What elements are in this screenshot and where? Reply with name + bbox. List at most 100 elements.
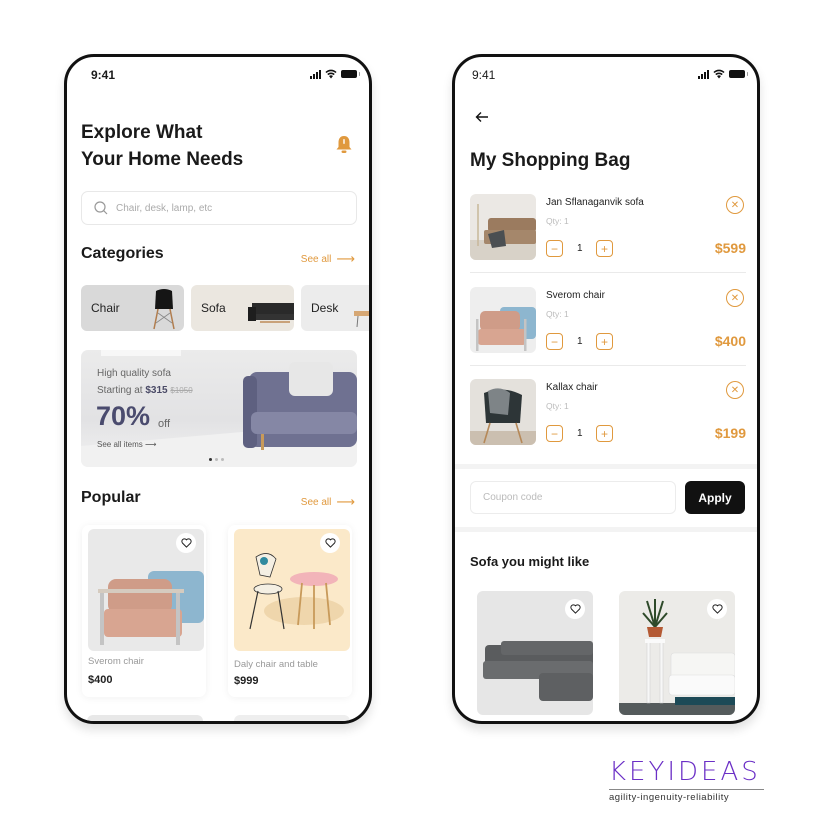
remove-item-button[interactable]: ✕: [726, 381, 744, 399]
explore-screen: 9:41 Explore What Your Home Needs Catego…: [64, 54, 372, 724]
plus-icon: +: [600, 426, 608, 441]
back-arrow-icon[interactable]: [475, 111, 489, 123]
chair-image: [153, 289, 175, 330]
product-name: Daly chair and table: [234, 659, 318, 670]
close-icon: ✕: [730, 199, 740, 211]
product-card-partial[interactable]: [234, 715, 350, 721]
signal-icon: [698, 69, 709, 79]
favorite-button[interactable]: [565, 599, 585, 619]
status-bar: 9:41: [67, 67, 369, 85]
divider: [470, 365, 746, 366]
suggested-product-card[interactable]: [477, 591, 593, 715]
carousel-dot[interactable]: [221, 458, 224, 461]
category-chair[interactable]: Chair: [81, 285, 184, 331]
favorite-button[interactable]: [707, 599, 727, 619]
product-card[interactable]: Sverom chair $400: [82, 525, 206, 697]
brand-logo: KEYIDEAS agility-ingenuity-reliability: [609, 757, 764, 803]
cart-item: Sverom chair Qty: 1 − 1 + $400 ✕: [470, 287, 746, 380]
desk-image: [354, 311, 369, 328]
battery-icon: [341, 70, 360, 78]
status-time: 9:41: [472, 68, 496, 82]
cart-item-qty-label: Qty: 1: [546, 216, 569, 226]
decrease-quantity-button[interactable]: −: [546, 425, 563, 442]
bell-icon[interactable]: [335, 135, 353, 155]
page-title: Explore What Your Home Needs: [81, 119, 301, 173]
remove-item-button[interactable]: ✕: [726, 289, 744, 307]
category-label: Sofa: [201, 301, 226, 315]
carousel-dots[interactable]: [209, 458, 224, 461]
remove-item-button[interactable]: ✕: [726, 196, 744, 214]
product-price: $999: [234, 675, 259, 687]
plus-icon: +: [600, 241, 608, 256]
section-divider: [455, 464, 757, 469]
category-sofa[interactable]: Sofa: [191, 285, 294, 331]
wifi-icon: [713, 69, 725, 79]
category-desk[interactable]: Desk: [301, 285, 369, 331]
cart-item-price: $400: [714, 333, 746, 349]
wifi-icon: [325, 69, 337, 79]
product-thumbnail: [470, 287, 536, 353]
category-list: Chair Sofa Desk: [81, 285, 369, 331]
search-icon: [94, 201, 108, 215]
heart-icon: [324, 538, 336, 548]
minus-icon: −: [550, 334, 558, 349]
signal-icon: [310, 69, 321, 79]
section-divider: [455, 527, 757, 532]
product-card-partial[interactable]: [87, 715, 203, 721]
category-label: Chair: [91, 301, 120, 315]
arrow-right-icon: ⟶: [145, 440, 157, 449]
increase-quantity-button[interactable]: +: [596, 240, 613, 257]
decrease-quantity-button[interactable]: −: [546, 333, 563, 350]
heart-icon: [711, 604, 723, 614]
search-input[interactable]: [116, 202, 316, 214]
quantity-value: 1: [577, 428, 583, 439]
black-chair-image: [470, 388, 536, 445]
search-field[interactable]: [81, 191, 357, 225]
discount-percent: 70%: [96, 401, 151, 431]
arrow-right-icon: ⟶: [336, 251, 355, 266]
title-line-1: Explore What: [81, 122, 203, 143]
see-all-items-label: See all items: [97, 440, 143, 449]
shopping-bag-screen: 9:41 My Shopping Bag Jan Sflanaganvik so…: [452, 54, 760, 724]
banner-old-price: $1050: [170, 386, 193, 395]
see-all-label: See all: [300, 253, 332, 265]
banner-price-line: Starting at $315 $1050: [97, 385, 193, 396]
brand-tagline: agility-ingenuity-reliability: [609, 792, 730, 803]
popular-see-all-link[interactable]: See all ⟶: [301, 494, 355, 510]
apply-coupon-button[interactable]: Apply: [685, 481, 745, 514]
brand-rule: [609, 789, 764, 790]
product-card[interactable]: Daly chair and table $999: [228, 525, 352, 697]
sofa-image: [470, 204, 536, 260]
see-all-label: See all: [300, 496, 332, 508]
decrease-quantity-button[interactable]: −: [546, 240, 563, 257]
increase-quantity-button[interactable]: +: [596, 333, 613, 350]
promo-banner[interactable]: High quality sofa Starting at $315 $1050…: [81, 350, 357, 467]
price-prefix: Starting at: [97, 385, 143, 396]
carousel-dot[interactable]: [209, 458, 212, 461]
coupon-code-input[interactable]: [470, 481, 676, 514]
cart-item-qty-label: Qty: 1: [546, 401, 569, 411]
minus-icon: −: [550, 426, 558, 441]
plus-icon: +: [600, 334, 608, 349]
arrow-right-icon: ⟶: [336, 494, 355, 509]
brand-name: KEYIDEAS: [609, 757, 761, 787]
carousel-dot[interactable]: [215, 458, 218, 461]
categories-see-all-link[interactable]: See all ⟶: [301, 251, 355, 267]
suggested-product-card[interactable]: [619, 591, 735, 715]
cart-item-qty-label: Qty: 1: [546, 309, 569, 319]
cart-item-price: $599: [714, 240, 746, 256]
sofa-image: [248, 303, 294, 323]
heart-icon: [180, 538, 192, 548]
increase-quantity-button[interactable]: +: [596, 425, 613, 442]
banner-headline: High quality sofa: [97, 368, 171, 379]
categories-title: Categories: [81, 245, 164, 262]
close-icon: ✕: [730, 292, 740, 304]
favorite-button[interactable]: [176, 533, 196, 553]
cart-item-name: Kallax chair: [546, 382, 598, 393]
favorite-button[interactable]: [320, 533, 340, 553]
banner-price: $315: [145, 385, 168, 396]
cart-item-name: Sverom chair: [546, 290, 605, 301]
product-name: Sverom chair: [88, 656, 144, 667]
see-all-items-link[interactable]: See all items ⟶: [97, 440, 157, 449]
product-thumbnail: [470, 194, 536, 260]
